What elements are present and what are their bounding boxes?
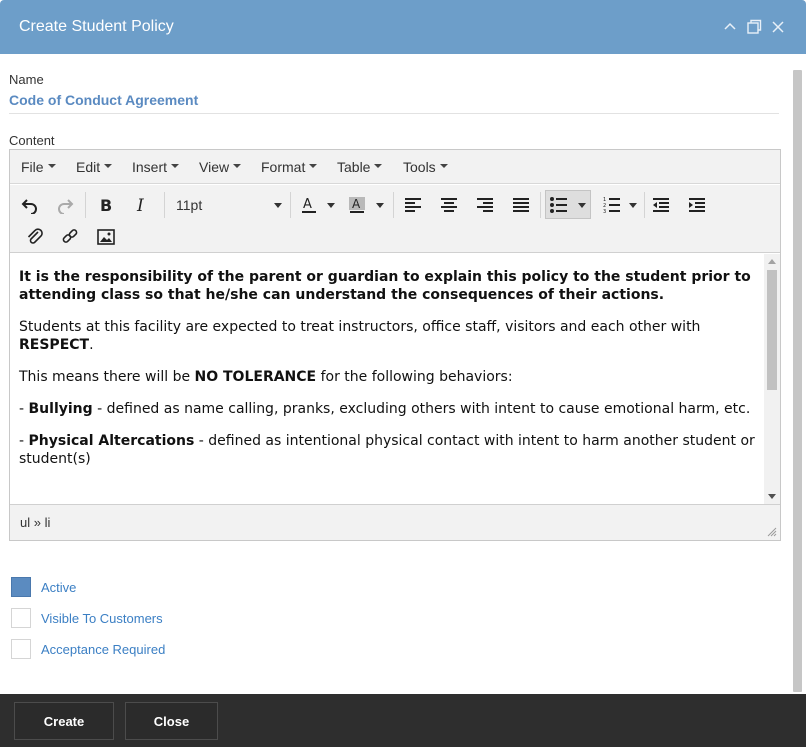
- chevron-down-icon: [274, 203, 282, 208]
- active-label[interactable]: Active: [41, 580, 76, 595]
- justify-icon[interactable]: [507, 192, 535, 218]
- resize-handle-icon[interactable]: [767, 527, 777, 537]
- editor-paragraph: - Bullying - defined as name calling, pr…: [19, 400, 756, 418]
- dialog-footer: Create Close: [0, 694, 806, 747]
- outdent-icon[interactable]: [647, 192, 675, 218]
- name-input-underline: [9, 113, 779, 114]
- dialog-scrollbar[interactable]: [790, 70, 806, 694]
- acceptance-required-checkbox[interactable]: [11, 639, 31, 659]
- active-checkbox[interactable]: [11, 577, 31, 597]
- indent-icon[interactable]: [683, 192, 711, 218]
- paragraph-text: -: [19, 401, 29, 417]
- acceptance-required-label[interactable]: Acceptance Required: [41, 642, 165, 657]
- content-label: Content: [9, 133, 55, 148]
- minimize-icon[interactable]: [721, 18, 739, 36]
- paragraph-text: -: [19, 433, 29, 449]
- chevron-down-icon: [171, 164, 180, 169]
- dialog-titlebar: Create Student Policy: [0, 0, 806, 54]
- editor-paragraph: Students at this facility are expected t…: [19, 318, 756, 354]
- dialog-title: Create Student Policy: [19, 18, 174, 35]
- align-left-icon[interactable]: [399, 192, 427, 218]
- close-button[interactable]: Close: [125, 702, 218, 740]
- paragraph-tail-text: - defined as name calling, pranks, exclu…: [92, 401, 751, 417]
- undo-icon[interactable]: [16, 192, 44, 218]
- chevron-down-icon[interactable]: [629, 203, 637, 208]
- paragraph-bold-text: NO TOLERANCE: [194, 369, 317, 385]
- editor-menubar: File Edit Insert View Format Table Tools: [10, 150, 780, 184]
- create-button[interactable]: Create: [14, 702, 114, 740]
- numbered-list-icon[interactable]: 123: [598, 192, 626, 218]
- paragraph-bold-text: RESPECT: [19, 337, 90, 353]
- paragraph-bold-text: Physical Altercations: [28, 433, 195, 449]
- chevron-down-icon: [47, 164, 56, 169]
- svg-text:B: B: [100, 196, 112, 214]
- svg-text:3: 3: [603, 209, 606, 214]
- menu-insert[interactable]: Insert: [132, 159, 180, 175]
- toolbar-separator: [393, 192, 394, 218]
- paragraph-text: Students at this facility are expected t…: [19, 319, 701, 335]
- editor-content-area[interactable]: It is the responsibility of the parent o…: [10, 254, 764, 504]
- editor-paragraph: It is the responsibility of the parent o…: [19, 268, 756, 304]
- chevron-down-icon: [233, 164, 242, 169]
- editor-scrollbar-thumb[interactable]: [767, 270, 777, 390]
- paragraph-tail-text: for the following behaviors:: [316, 369, 513, 385]
- chevron-down-icon: [104, 164, 113, 169]
- toolbar-separator: [540, 192, 541, 218]
- visible-to-customers-label[interactable]: Visible To Customers: [41, 611, 163, 626]
- dialog-scrollbar-thumb[interactable]: [793, 70, 802, 692]
- scroll-up-icon[interactable]: [768, 259, 776, 264]
- menu-tools[interactable]: Tools: [403, 159, 448, 175]
- menu-format[interactable]: Format: [261, 159, 318, 175]
- chevron-down-icon: [309, 164, 318, 169]
- chevron-down-icon[interactable]: [376, 203, 384, 208]
- toolbar-separator: [164, 192, 165, 218]
- chevron-down-icon[interactable]: [327, 203, 335, 208]
- paragraph-bold-text: Bullying: [28, 401, 93, 417]
- highlight-icon[interactable]: A: [343, 192, 371, 218]
- attachment-icon[interactable]: [21, 224, 49, 250]
- svg-text:I: I: [136, 196, 144, 214]
- italic-icon[interactable]: I: [128, 192, 156, 218]
- paragraph-tail-text: .: [89, 337, 94, 353]
- redo-icon[interactable]: [51, 192, 79, 218]
- restore-icon[interactable]: [745, 18, 763, 36]
- menu-edit[interactable]: Edit: [76, 159, 113, 175]
- menu-table[interactable]: Table: [337, 159, 383, 175]
- link-icon[interactable]: [56, 224, 84, 250]
- chevron-down-icon: [439, 164, 448, 169]
- bullet-list-icon: [550, 196, 586, 213]
- svg-text:A: A: [303, 197, 312, 212]
- image-icon[interactable]: [92, 224, 120, 250]
- toolbar-separator: [85, 192, 86, 218]
- name-label: Name: [9, 72, 44, 87]
- toolbar-separator: [644, 192, 645, 218]
- visible-to-customers-checkbox[interactable]: [11, 608, 31, 628]
- bullet-list-button[interactable]: [545, 190, 591, 219]
- paragraph-text: This means there will be: [19, 369, 195, 385]
- editor-toolbar: B I 11pt A A 1 2 3: [10, 185, 780, 253]
- text-color-icon[interactable]: A: [295, 192, 323, 218]
- chevron-down-icon: [374, 164, 383, 169]
- font-size-select[interactable]: 11pt: [176, 192, 286, 218]
- menu-file[interactable]: File: [21, 159, 56, 175]
- editor-paragraph: This means there will be NO TOLERANCE fo…: [19, 368, 756, 386]
- align-center-icon[interactable]: [435, 192, 463, 218]
- name-input[interactable]: Code of Conduct Agreement: [9, 92, 198, 108]
- svg-text:A: A: [352, 197, 361, 211]
- bold-icon[interactable]: B: [92, 192, 120, 218]
- editor-paragraph: - Physical Altercations - defined as int…: [19, 432, 756, 468]
- element-path[interactable]: ul » li: [20, 515, 50, 530]
- paragraph-bold-text: It is the responsibility of the parent o…: [19, 269, 751, 303]
- menu-view[interactable]: View: [199, 159, 242, 175]
- scroll-down-icon[interactable]: [768, 494, 776, 499]
- toolbar-separator: [290, 192, 291, 218]
- editor-statusbar: ul » li: [10, 504, 780, 540]
- align-right-icon[interactable]: [471, 192, 499, 218]
- font-size-value: 11pt: [176, 197, 203, 213]
- rich-text-editor: File Edit Insert View Format Table Tools…: [9, 149, 781, 541]
- editor-scrollbar[interactable]: [764, 254, 780, 504]
- close-icon[interactable]: [769, 18, 787, 36]
